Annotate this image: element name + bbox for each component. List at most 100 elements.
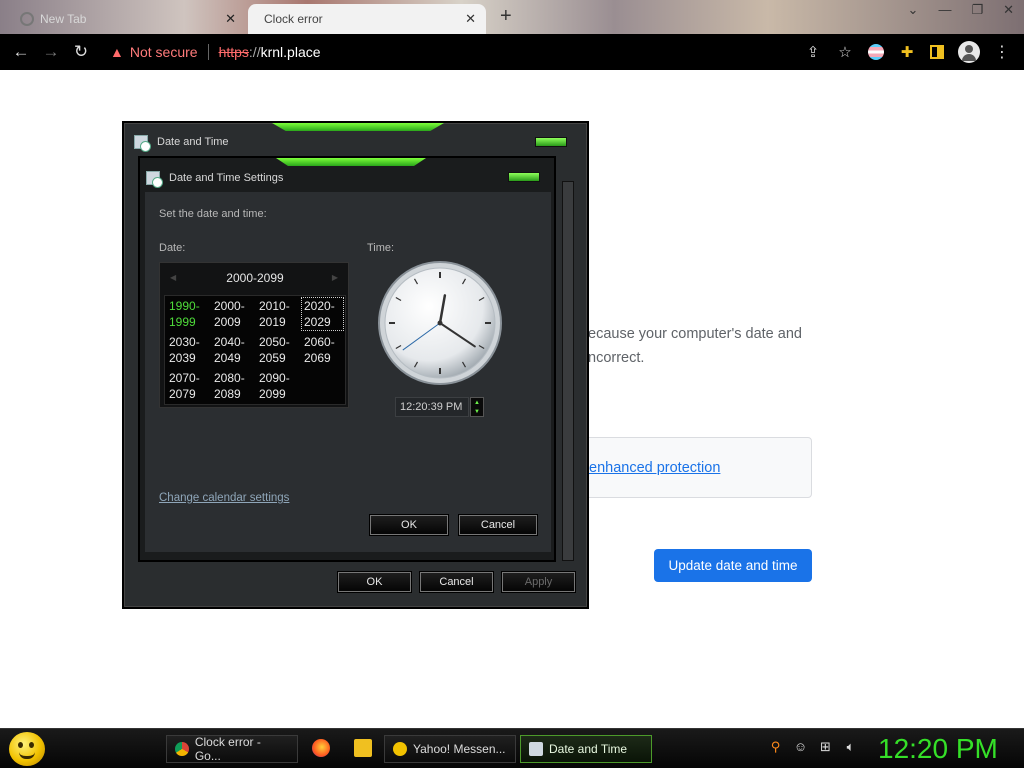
extensions-puzzle-icon[interactable]: ✚ bbox=[898, 43, 916, 61]
messenger-status-icon[interactable]: ☺ bbox=[793, 739, 808, 754]
apply-button[interactable]: Apply bbox=[502, 572, 575, 592]
title-glow-decoration bbox=[276, 158, 426, 166]
profile-avatar-icon[interactable] bbox=[958, 41, 980, 63]
dialog-titlebar[interactable]: Date and Time bbox=[134, 135, 229, 152]
enhanced-protection-link[interactable]: enhanced protection bbox=[589, 460, 720, 476]
spin-down-icon[interactable]: ▼ bbox=[471, 407, 483, 416]
ok-button[interactable]: OK bbox=[370, 515, 448, 535]
share-icon[interactable]: ⇪ bbox=[804, 43, 822, 61]
taskbar-item-yahoo[interactable]: Yahoo! Messen... bbox=[384, 735, 516, 763]
tab-label: New Tab bbox=[40, 12, 87, 26]
decade-cell[interactable]: 2050- 2059 bbox=[255, 332, 300, 368]
chrome-tab-icon bbox=[20, 12, 34, 26]
dialog-title: Date and Time Settings bbox=[169, 172, 284, 184]
folder-icon[interactable] bbox=[354, 739, 372, 757]
decade-end: 2089 bbox=[214, 387, 241, 401]
forward-icon[interactable]: → bbox=[36, 42, 66, 62]
decade-end: 2049 bbox=[214, 351, 241, 365]
url-scheme: https bbox=[218, 44, 249, 60]
decade-cell[interactable]: 1990- 1999 bbox=[165, 296, 210, 332]
back-icon[interactable]: ← bbox=[6, 42, 36, 62]
search-icon[interactable]: ⚲ bbox=[768, 739, 783, 754]
decade-cell[interactable]: 2060- 2069 bbox=[300, 332, 345, 368]
chrome-icon bbox=[175, 742, 189, 756]
taskbar-item-label: Date and Time bbox=[549, 742, 628, 756]
decade-end: 2099 bbox=[259, 387, 286, 401]
decade-start: 2000- bbox=[214, 299, 245, 313]
decade-start: 2040- bbox=[214, 335, 245, 349]
decade-cell[interactable]: 2070- 2079 bbox=[165, 368, 210, 404]
date-time-icon bbox=[134, 135, 151, 152]
minimize-icon[interactable]: — bbox=[938, 2, 951, 18]
start-button[interactable] bbox=[9, 732, 45, 766]
tab-new-tab[interactable]: New Tab ✕ bbox=[10, 4, 246, 34]
tab-label: Clock error bbox=[264, 12, 323, 26]
address-bar[interactable]: ▲ Not secure https :// krnl.place bbox=[110, 44, 321, 60]
tab-clock-error[interactable]: Clock error ✕ bbox=[248, 4, 486, 34]
spin-up-icon[interactable]: ▲ bbox=[471, 398, 483, 407]
dialog-titlebar[interactable]: Date and Time Settings bbox=[146, 171, 284, 188]
time-spinner[interactable]: ▲ ▼ bbox=[470, 397, 484, 417]
taskbar-item-date-time[interactable]: Date and Time bbox=[520, 735, 652, 763]
decade-end: 2059 bbox=[259, 351, 286, 365]
restore-icon[interactable]: ❐ bbox=[971, 2, 983, 18]
update-date-time-button[interactable]: Update date and time bbox=[654, 549, 812, 582]
close-window-icon[interactable]: ✕ bbox=[1003, 2, 1014, 18]
close-button[interactable] bbox=[535, 137, 567, 147]
decade-end: 2019 bbox=[259, 315, 286, 329]
dialog-button-row: OK Cancel Apply bbox=[338, 572, 575, 592]
more-menu-icon[interactable]: ⋮ bbox=[994, 42, 1010, 62]
decade-end: 2039 bbox=[169, 351, 196, 365]
date-label: Date: bbox=[159, 242, 186, 254]
toolbar-actions: ⇪ ☆ ✚ ⋮ bbox=[804, 41, 1010, 63]
window-controls: ⌄ — ❐ ✕ bbox=[908, 2, 1014, 18]
extension-flag-icon[interactable] bbox=[868, 44, 884, 60]
decade-cell[interactable]: 2080- 2089 bbox=[210, 368, 255, 404]
description-line: ncorrect. bbox=[588, 350, 645, 366]
firefox-icon[interactable] bbox=[312, 739, 330, 757]
calendar-header[interactable]: 2000-2099 bbox=[160, 271, 350, 285]
ok-button[interactable]: OK bbox=[338, 572, 411, 592]
network-icon[interactable]: ⊞ bbox=[818, 739, 833, 754]
close-tab-icon[interactable]: ✕ bbox=[225, 11, 236, 27]
taskbar: Clock error - Go... Yahoo! Messen... Dat… bbox=[0, 728, 1024, 768]
decade-cell[interactable]: 2010- 2019 bbox=[255, 296, 300, 332]
dialog-button-row: OK Cancel bbox=[370, 515, 537, 535]
decade-start: 2020- bbox=[304, 299, 335, 313]
cancel-button[interactable]: Cancel bbox=[459, 515, 537, 535]
decade-start: 2060- bbox=[304, 335, 335, 349]
close-tab-icon[interactable]: ✕ bbox=[465, 11, 476, 27]
decade-cell[interactable]: 2020- 2029 bbox=[300, 296, 345, 332]
decade-cell[interactable]: 2090- 2099 bbox=[255, 368, 300, 404]
change-calendar-settings-link[interactable]: Change calendar settings bbox=[159, 492, 289, 504]
decade-cell[interactable]: 2040- 2049 bbox=[210, 332, 255, 368]
decade-start: 2030- bbox=[169, 335, 200, 349]
decade-start: 2010- bbox=[259, 299, 290, 313]
close-button[interactable] bbox=[508, 172, 540, 182]
date-time-icon bbox=[529, 742, 543, 756]
reload-icon[interactable]: ↻ bbox=[66, 42, 96, 62]
next-century-icon[interactable]: ▶ bbox=[332, 273, 338, 282]
warning-icon[interactable]: ▲ bbox=[110, 44, 124, 60]
decade-cell[interactable]: 2030- 2039 bbox=[165, 332, 210, 368]
decade-end: 2079 bbox=[169, 387, 196, 401]
bookmark-star-icon[interactable]: ☆ bbox=[836, 43, 854, 61]
taskbar-item-label: Yahoo! Messen... bbox=[413, 742, 506, 756]
decade-end: 2069 bbox=[304, 351, 331, 365]
security-status[interactable]: Not secure bbox=[130, 44, 198, 60]
cancel-button[interactable]: Cancel bbox=[420, 572, 493, 592]
new-tab-button[interactable]: + bbox=[500, 5, 512, 28]
decade-cell[interactable]: 2000- 2009 bbox=[210, 296, 255, 332]
taskbar-clock[interactable]: 12:20 PM bbox=[878, 733, 998, 765]
taskbar-item-chrome[interactable]: Clock error - Go... bbox=[166, 735, 298, 763]
tab-search-icon[interactable]: ⌄ bbox=[908, 2, 919, 18]
omnibox-divider bbox=[207, 44, 209, 60]
time-input[interactable]: 12:20:39 PM bbox=[395, 397, 469, 417]
analog-clock bbox=[378, 261, 502, 385]
decade-start: 2080- bbox=[214, 371, 245, 385]
decade-start: 2070- bbox=[169, 371, 200, 385]
volume-icon[interactable]: 🔈︎ bbox=[843, 739, 858, 754]
side-panel-icon[interactable] bbox=[930, 45, 944, 59]
decade-grid: 1990- 1999 2000- 2009 2010- 2019 2020- 2029 2030… bbox=[164, 295, 346, 405]
decade-start: 2090- bbox=[259, 371, 290, 385]
